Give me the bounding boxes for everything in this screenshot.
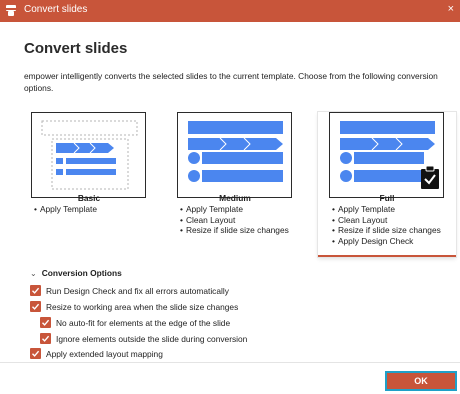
check-icon[interactable] <box>40 333 51 344</box>
list-item: Clean Layout <box>332 215 441 226</box>
card-title-full: Full <box>379 193 395 203</box>
basic-thumbnail <box>31 112 146 198</box>
option-label: No auto-fit for elements at the edge of … <box>56 317 231 328</box>
list-item: Apply Template <box>34 204 97 215</box>
dialog-heading: Convert slides <box>24 40 128 57</box>
check-icon[interactable] <box>30 285 41 296</box>
footer-divider <box>0 362 460 363</box>
option-extended-layout-mapping[interactable]: Apply extended layout mapping <box>30 348 163 359</box>
window-title: Convert slides <box>24 4 88 15</box>
option-no-auto-fit[interactable]: No auto-fit for elements at the edge of … <box>40 317 230 328</box>
card-list-basic: Apply Template <box>34 204 97 215</box>
option-label: Resize to working area when the slide si… <box>46 301 239 312</box>
option-ignore-outside[interactable]: Ignore elements outside the slide during… <box>40 333 247 344</box>
card-list-medium: Apply Template Clean Layout Resize if sl… <box>180 204 289 236</box>
card-title-medium: Medium <box>219 193 251 203</box>
card-full[interactable]: Full Apply Template Clean Layout Resize … <box>318 112 456 257</box>
intro-text: empower intelligently converts the selec… <box>24 71 438 93</box>
conversion-options-header[interactable]: ⌄ Conversion Options <box>30 268 122 278</box>
check-icon[interactable] <box>40 317 51 328</box>
close-icon[interactable]: × <box>448 3 454 15</box>
list-item: Apply Design Check <box>332 236 441 247</box>
card-medium[interactable]: Medium Apply Template Clean Layout Resiz… <box>166 112 304 257</box>
option-resize-working-area[interactable]: Resize to working area when the slide si… <box>30 301 238 312</box>
list-item: Apply Template <box>180 204 289 215</box>
check-icon[interactable] <box>30 301 41 312</box>
check-icon[interactable] <box>30 348 41 359</box>
empower-app-icon <box>4 4 18 18</box>
title-bar: Convert slides × <box>0 0 460 22</box>
option-label: Apply extended layout mapping <box>46 348 163 359</box>
list-item: Apply Template <box>332 204 441 215</box>
ok-button[interactable]: OK <box>385 371 457 391</box>
card-title-basic: Basic <box>77 193 101 203</box>
clipboard-check-icon <box>420 165 440 190</box>
list-item: Resize if slide size changes <box>180 225 289 236</box>
option-label: Run Design Check and fix all errors auto… <box>46 285 229 296</box>
list-item: Clean Layout <box>180 215 289 226</box>
option-label: Ignore elements outside the slide during… <box>56 333 248 344</box>
list-item: Resize if slide size changes <box>332 225 441 236</box>
medium-thumbnail <box>177 112 292 198</box>
conversion-options-label: Conversion Options <box>41 268 122 278</box>
option-run-design-check[interactable]: Run Design Check and fix all errors auto… <box>30 285 229 296</box>
chevron-down-icon[interactable]: ⌄ <box>30 269 37 278</box>
card-list-full: Apply Template Clean Layout Resize if sl… <box>332 204 441 246</box>
card-basic[interactable]: Basic Apply Template <box>20 112 158 257</box>
